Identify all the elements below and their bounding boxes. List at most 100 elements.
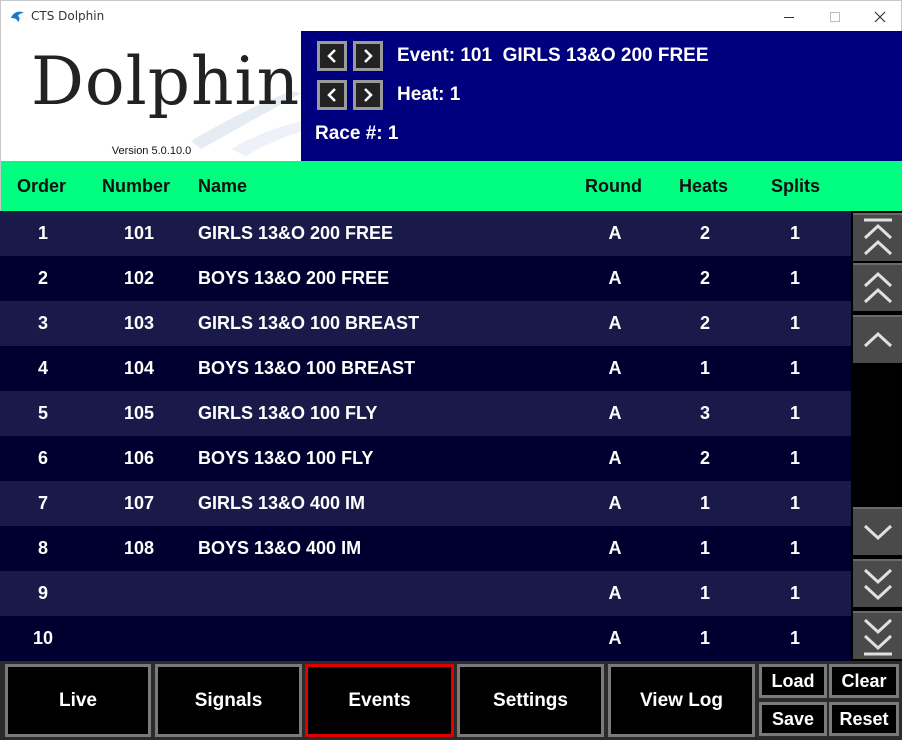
prev-heat-button[interactable] xyxy=(317,80,347,110)
view-log-button[interactable]: View Log xyxy=(608,664,755,737)
cell-name: GIRLS 13&O 100 BREAST xyxy=(198,313,420,333)
cell-order: 9 xyxy=(37,583,48,603)
reset-button[interactable]: Reset xyxy=(829,702,899,736)
column-round[interactable]: Round xyxy=(585,176,642,197)
cell-round: A xyxy=(608,583,622,603)
chevron-left-icon xyxy=(327,88,336,102)
cell-round: A xyxy=(608,313,622,333)
race-display: Race #: 1 xyxy=(315,123,398,145)
scroll-up-button[interactable] xyxy=(853,315,902,363)
minimize-button[interactable] xyxy=(766,1,812,32)
cell-heats: 2 xyxy=(699,268,710,288)
table-scrollbar xyxy=(851,211,902,661)
maximize-icon xyxy=(830,11,840,22)
cell-order: 1 xyxy=(37,223,48,243)
signals-button[interactable]: Signals xyxy=(155,664,302,737)
cell-round: A xyxy=(608,223,622,243)
scroll-down-button[interactable] xyxy=(853,507,902,555)
table-row[interactable]: 10 A 1 1 xyxy=(0,616,851,661)
cell-heats: 1 xyxy=(699,358,710,378)
cell-round: A xyxy=(608,268,622,288)
column-heats[interactable]: Heats xyxy=(679,176,728,197)
scroll-bottom-button[interactable] xyxy=(853,611,902,659)
close-button[interactable] xyxy=(857,1,902,32)
cell-splits: 1 xyxy=(789,583,800,603)
column-number[interactable]: Number xyxy=(102,176,170,197)
race-value: 1 xyxy=(387,123,399,144)
cell-name: GIRLS 13&O 200 FREE xyxy=(198,223,394,243)
next-event-button[interactable] xyxy=(353,41,383,71)
double-chevron-down-icon xyxy=(863,568,892,601)
save-button[interactable]: Save xyxy=(759,702,827,736)
cell-splits: 1 xyxy=(789,268,800,288)
cell-number: 108 xyxy=(123,538,155,558)
scroll-page-down-button[interactable] xyxy=(853,559,902,607)
cell-number: 107 xyxy=(123,493,155,513)
cell-round: A xyxy=(608,403,622,423)
double-chevron-up-icon xyxy=(863,271,892,304)
app-logo: Dolphin xyxy=(31,43,301,120)
table-row[interactable]: 4 104 BOYS 13&O 100 BREAST A 1 1 xyxy=(0,346,851,391)
table-row[interactable]: 9 A 1 1 xyxy=(0,571,851,616)
next-heat-button[interactable] xyxy=(353,80,383,110)
chevron-right-icon xyxy=(364,49,373,63)
table-row[interactable]: 3 103 GIRLS 13&O 100 BREAST A 2 1 xyxy=(0,301,851,346)
load-button[interactable]: Load xyxy=(759,664,827,698)
bottom-toolbar: Live Signals Events Settings View Log Lo… xyxy=(0,661,902,740)
cell-order: 5 xyxy=(37,403,48,423)
cell-heats: 1 xyxy=(699,628,710,648)
cell-name: GIRLS 13&O 100 FLY xyxy=(198,403,378,423)
cell-heats: 3 xyxy=(699,403,710,423)
chevron-up-icon xyxy=(863,331,892,348)
event-number: 101 xyxy=(460,45,493,66)
cell-heats: 1 xyxy=(699,538,710,558)
race-label: Race #: xyxy=(315,123,383,144)
cell-number: 104 xyxy=(123,358,155,378)
table-row[interactable]: 1 101 GIRLS 13&O 200 FREE A 2 1 xyxy=(0,211,851,256)
cell-number: 102 xyxy=(123,268,155,288)
chevron-right-icon xyxy=(364,88,373,102)
cell-name: GIRLS 13&O 400 IM xyxy=(198,493,366,513)
table-row[interactable]: 7 107 GIRLS 13&O 400 IM A 1 1 xyxy=(0,481,851,526)
cell-number: 105 xyxy=(123,403,155,423)
settings-button[interactable]: Settings xyxy=(457,664,604,737)
cell-splits: 1 xyxy=(789,223,800,243)
table-row[interactable]: 6 106 BOYS 13&O 100 FLY A 2 1 xyxy=(0,436,851,481)
table-row[interactable]: 5 105 GIRLS 13&O 100 FLY A 3 1 xyxy=(0,391,851,436)
version-label: Version 5.0.10.0 xyxy=(111,145,192,157)
cell-splits: 1 xyxy=(789,313,800,333)
cell-round: A xyxy=(608,493,622,513)
events-table: 1 101 GIRLS 13&O 200 FREE A 2 1 2 102 BO… xyxy=(0,211,851,661)
cell-round: A xyxy=(608,448,622,468)
cell-number: 106 xyxy=(123,448,155,468)
column-splits[interactable]: Splits xyxy=(771,176,820,197)
scroll-top-button[interactable] xyxy=(853,213,902,261)
chevron-left-icon xyxy=(327,49,336,63)
events-button[interactable]: Events xyxy=(305,664,454,737)
cell-heats: 2 xyxy=(699,223,710,243)
table-row[interactable]: 8 108 BOYS 13&O 400 IM A 1 1 xyxy=(0,526,851,571)
heat-display: Heat: 1 xyxy=(397,84,460,106)
window-titlebar: CTS Dolphin xyxy=(0,0,902,31)
event-name: GIRLS 13&O 200 FREE xyxy=(502,45,709,66)
cell-order: 2 xyxy=(37,268,48,288)
heat-value: 1 xyxy=(449,84,461,105)
cell-splits: 1 xyxy=(789,358,800,378)
cell-name: BOYS 13&O 400 IM xyxy=(198,538,362,558)
prev-event-button[interactable] xyxy=(317,41,347,71)
live-button[interactable]: Live xyxy=(5,664,151,737)
clear-button[interactable]: Clear xyxy=(829,664,899,698)
scroll-page-up-button[interactable] xyxy=(853,263,902,311)
cell-round: A xyxy=(608,538,622,558)
column-name[interactable]: Name xyxy=(198,176,247,197)
event-title: Event: 101 GIRLS 13&O 200 FREE xyxy=(397,45,709,67)
cell-splits: 1 xyxy=(789,403,800,423)
cell-round: A xyxy=(608,628,622,648)
cell-order: 8 xyxy=(37,538,48,558)
event-label: Event: xyxy=(397,45,456,66)
column-order[interactable]: Order xyxy=(17,176,66,197)
cell-splits: 1 xyxy=(789,448,800,468)
logo-panel: Dolphin Version 5.0.10.0 xyxy=(0,31,301,161)
maximize-button[interactable] xyxy=(812,1,858,32)
table-row[interactable]: 2 102 BOYS 13&O 200 FREE A 2 1 xyxy=(0,256,851,301)
